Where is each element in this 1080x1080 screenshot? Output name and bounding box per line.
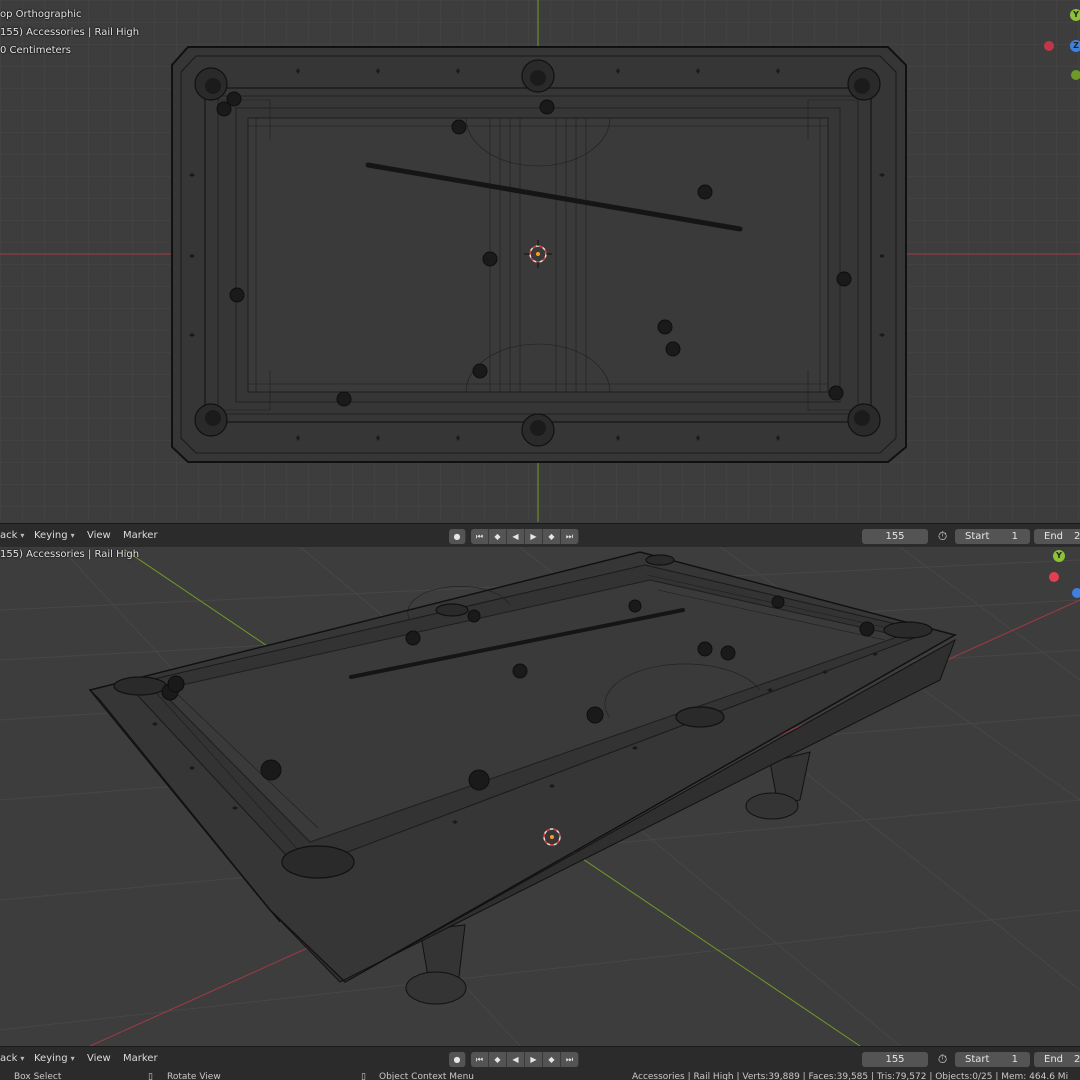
perspective-viewport-canvas[interactable] [0,547,1080,1046]
gizmo-y-axis-icon[interactable]: Y [1070,9,1080,21]
end-value: 2 [1074,1054,1080,1065]
current-frame-field[interactable]: 155 [862,529,928,544]
current-frame-field[interactable]: 155 [862,1052,928,1067]
start-label: Start [965,1054,990,1065]
next-keyframe-icon[interactable]: ◆ [543,1052,561,1067]
jump-end-icon[interactable]: ⏭ [561,529,579,544]
play-icon[interactable]: ▶ [525,529,543,544]
status-box-select: Box Select [14,1072,62,1080]
keying-menu-label: Keying [34,1053,68,1064]
pool-table-perspective-view[interactable] [88,551,957,1005]
chevron-down-icon: ▾ [70,1054,75,1063]
jump-start-icon[interactable]: ⏮ [471,529,489,544]
timeline-header-top: ack ▾ Keying ▾ View Marker ● ⏮ ◆ ◀ ▶ ◆ ⏭ 1… [0,523,1080,549]
record-icon[interactable]: ● [449,529,466,544]
prev-keyframe-icon[interactable]: ◆ [489,1052,507,1067]
chevron-down-icon: ▾ [20,1054,25,1063]
playback-menu-label: ack [0,1053,18,1064]
playback-menu-label: ack [0,530,18,541]
start-value: 1 [1011,531,1018,542]
status-rotate-view: Rotate View [167,1072,221,1080]
viewport-view-name: op Orthographic [0,9,82,20]
end-label: End [1044,1054,1064,1065]
top-viewport-canvas[interactable] [0,0,1080,522]
prev-keyframe-icon[interactable]: ◆ [489,529,507,544]
chevron-down-icon: ▾ [20,531,25,540]
next-keyframe-icon[interactable]: ◆ [543,529,561,544]
jump-start-icon[interactable]: ⏮ [471,1052,489,1067]
jump-end-icon[interactable]: ⏭ [561,1052,579,1067]
mouse-icon: ▯ [148,1072,153,1080]
top-orthographic-viewport[interactable]: op Orthographic 155) Accessories | Rail … [0,0,1080,522]
gizmo-z-axis-icon[interactable] [1072,588,1080,598]
keying-menu[interactable]: Keying ▾ [34,1052,75,1066]
start-label: Start [965,531,990,542]
viewport-collection-info: 155) Accessories | Rail High [0,27,140,38]
end-frame-field[interactable]: End 2 [1034,529,1080,544]
gizmo-neg-x-icon[interactable] [1044,41,1054,51]
play-reverse-icon[interactable]: ◀ [507,529,525,544]
keying-menu-label: Keying [34,530,68,541]
status-bar: Box Select ▯ Rotate View ▯ Object Contex… [0,1071,1080,1080]
start-value: 1 [1011,1054,1018,1065]
play-icon[interactable]: ▶ [525,1052,543,1067]
mouse-icon: ▯ [361,1072,366,1080]
marker-menu[interactable]: Marker [123,529,158,543]
status-scene-stats: Accessories | Rail High | Verts:39,889 |… [632,1072,1069,1080]
timeline-header-bottom: ack ▾ Keying ▾ View Marker ● ⏮ ◆ ◀ ▶ ◆ ⏭ 1… [0,1046,1080,1072]
end-label: End [1044,531,1064,542]
clock-icon[interactable]: ⏱ [935,1052,950,1067]
gizmo-y-axis-icon[interactable]: Y [1053,550,1065,562]
start-frame-field[interactable]: Start 1 [955,1052,1030,1067]
playback-controls: ● ⏮ ◆ ◀ ▶ ◆ ⏭ [449,1052,579,1067]
playback-menu[interactable]: ack ▾ [0,1052,25,1066]
end-frame-field[interactable]: End 2 [1034,1052,1080,1067]
playback-controls: ● ⏮ ◆ ◀ ▶ ◆ ⏭ [449,529,579,544]
viewport-scale-info: 0 Centimeters [0,45,72,56]
play-reverse-icon[interactable]: ◀ [507,1052,525,1067]
gizmo-x-axis-icon[interactable] [1049,572,1059,582]
viewport-collection-info: 155) Accessories | Rail High [0,549,140,560]
chevron-down-icon: ▾ [70,531,75,540]
keying-menu[interactable]: Keying ▾ [34,529,75,543]
start-frame-field[interactable]: Start 1 [955,529,1030,544]
perspective-viewport[interactable]: 155) Accessories | Rail High Y [0,547,1080,1046]
gizmo-z-axis-icon[interactable]: Z [1070,40,1080,52]
marker-menu[interactable]: Marker [123,1052,158,1066]
end-value: 2 [1074,531,1080,542]
record-icon[interactable]: ● [449,1052,466,1067]
gizmo-neg-y-icon[interactable] [1071,70,1080,80]
playback-menu[interactable]: ack ▾ [0,529,25,543]
clock-icon[interactable]: ⏱ [935,529,950,544]
view-menu[interactable]: View [87,1052,111,1066]
view-menu[interactable]: View [87,529,111,543]
status-context-menu: Object Context Menu [379,1072,475,1080]
